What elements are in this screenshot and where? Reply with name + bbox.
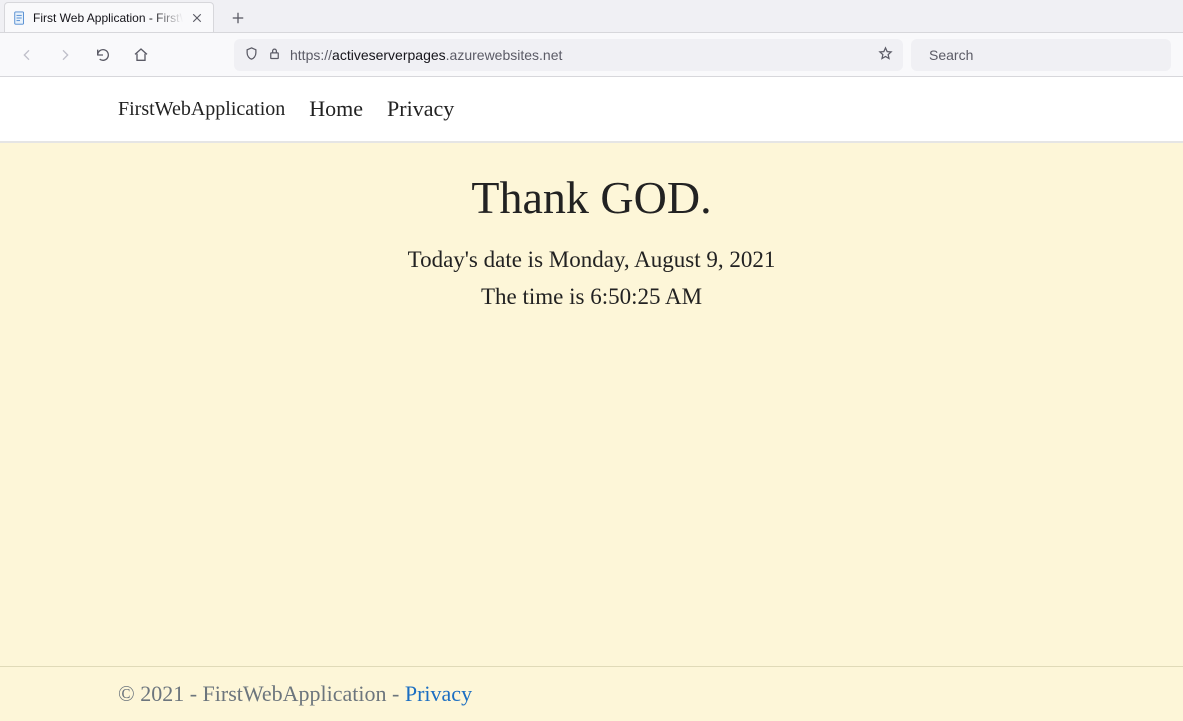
search-input[interactable]: [929, 47, 1161, 63]
shield-icon: [244, 46, 259, 64]
tab-strip: First Web Application - FirstWebApplicat…: [0, 0, 1183, 33]
back-button[interactable]: [12, 40, 42, 70]
address-bar[interactable]: https://activeserverpages.azurewebsites.…: [234, 39, 903, 71]
close-tab-button[interactable]: [189, 10, 205, 26]
forward-button[interactable]: [50, 40, 80, 70]
home-button[interactable]: [126, 40, 156, 70]
tab-title: First Web Application - FirstWebApplicat…: [33, 11, 183, 25]
page-heading: Thank GOD.: [0, 171, 1183, 224]
time-line: The time is 6:50:25 AM: [0, 279, 1183, 316]
page-viewport: FirstWebApplication Home Privacy Thank G…: [0, 77, 1183, 721]
page-footer: © 2021 - FirstWebApplication - Privacy: [0, 666, 1183, 721]
new-tab-button[interactable]: [224, 4, 252, 32]
url-text: https://activeserverpages.azurewebsites.…: [290, 47, 870, 63]
page-favicon-icon: [13, 11, 27, 25]
site-brand[interactable]: FirstWebApplication: [118, 98, 285, 121]
browser-toolbar: https://activeserverpages.azurewebsites.…: [0, 33, 1183, 77]
bookmark-star-icon[interactable]: [878, 46, 893, 64]
browser-tab[interactable]: First Web Application - FirstWebApplicat…: [4, 2, 214, 32]
page-body: Thank GOD. Today's date is Monday, Augus…: [0, 143, 1183, 666]
url-scheme: https://: [290, 47, 332, 63]
nav-link-privacy[interactable]: Privacy: [387, 96, 454, 122]
lock-icon: [267, 46, 282, 64]
footer-text: © 2021 - FirstWebApplication -: [118, 681, 405, 706]
nav-link-home[interactable]: Home: [309, 96, 363, 122]
footer-privacy-link[interactable]: Privacy: [405, 681, 472, 706]
site-navbar: FirstWebApplication Home Privacy: [0, 77, 1183, 143]
search-box[interactable]: [911, 39, 1171, 71]
url-rest: .azurewebsites.net: [446, 47, 563, 63]
date-line: Today's date is Monday, August 9, 2021: [0, 242, 1183, 279]
url-host: activeserverpages: [332, 47, 446, 63]
reload-button[interactable]: [88, 40, 118, 70]
